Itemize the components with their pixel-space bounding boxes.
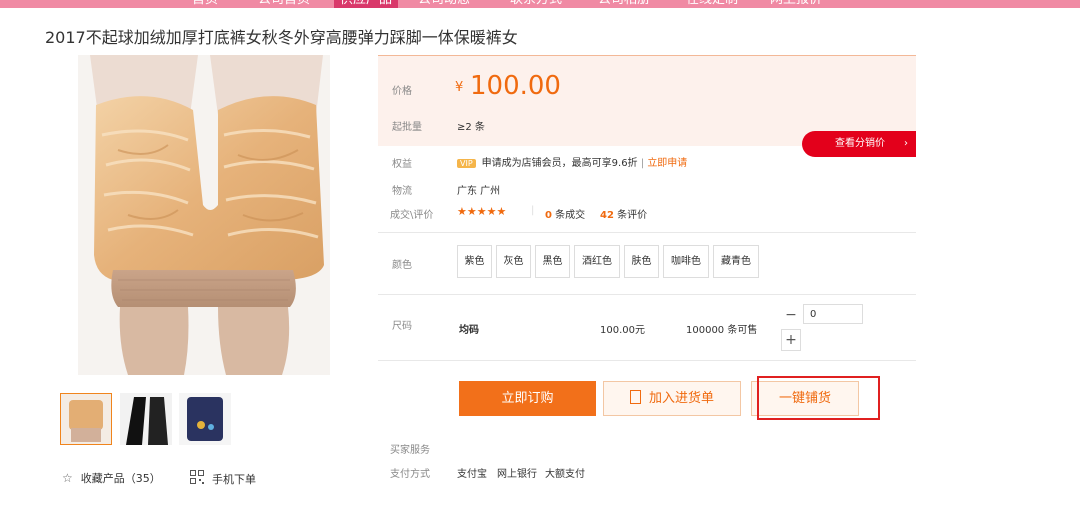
color-option-navy[interactable]: 藏青色 xyxy=(713,245,759,278)
review-number: 42 xyxy=(600,210,614,221)
quantity-increase-button[interactable]: + xyxy=(781,329,801,351)
nav-item-album[interactable]: 公司相册 xyxy=(598,0,650,8)
nav-item-home[interactable]: 首页 xyxy=(192,0,218,8)
nav-item-products[interactable]: 供应产品 xyxy=(334,0,399,8)
rights-text: 申请成为店铺会员，最高可享9.6折 xyxy=(481,158,638,169)
star-icons: ★★★★★ xyxy=(457,205,507,218)
deals-label: 成交\评价 xyxy=(390,210,434,221)
price-value: 100.00 xyxy=(470,71,561,101)
review-count[interactable]: 42 条评价 xyxy=(600,206,647,221)
size-stock: 100000 条可售 xyxy=(686,325,758,336)
color-option-purple[interactable]: 紫色 xyxy=(457,245,492,278)
size-label: 尺码 xyxy=(392,321,412,332)
nav-item-company-home[interactable]: 公司首页 xyxy=(258,0,310,8)
buyer-service-label: 买家服务 xyxy=(390,445,430,456)
qr-code-icon xyxy=(190,470,204,487)
nav-item-contact[interactable]: 联系方式 xyxy=(510,0,562,8)
review-text: 条评价 xyxy=(617,210,648,221)
logistics-label: 物流 xyxy=(392,186,412,197)
thumbnail-3[interactable] xyxy=(179,393,231,445)
clipboard-icon xyxy=(629,390,641,404)
moq-value: ≥2 条 xyxy=(457,122,485,133)
quantity-decrease-button[interactable]: − xyxy=(781,304,801,326)
distribution-button-label: 查看分销价 xyxy=(835,138,885,149)
mobile-order-label: 手机下单 xyxy=(212,472,256,486)
apply-now-link[interactable]: 立即申请 xyxy=(647,158,687,169)
color-option-wine-red[interactable]: 酒红色 xyxy=(574,245,620,278)
logistics-value: 广东 广州 xyxy=(457,186,501,197)
color-option-black[interactable]: 黑色 xyxy=(535,245,570,278)
payment-method-bank: 网上银行 xyxy=(497,469,537,480)
thumbnail-2[interactable] xyxy=(120,393,172,445)
rights-separator: | xyxy=(640,158,645,169)
add-to-cart-label: 加入进货单 xyxy=(648,391,714,406)
color-option-coffee[interactable]: 咖啡色 xyxy=(663,245,709,278)
size-price: 100.00元 xyxy=(600,325,645,336)
nav-item-news[interactable]: 公司动态 xyxy=(418,0,470,8)
view-distribution-price-button[interactable]: 查看分销价 › xyxy=(802,131,916,157)
mobile-order[interactable]: 手机下单 xyxy=(190,470,256,487)
size-name: 均码 xyxy=(459,325,479,336)
color-option-skin[interactable]: 肤色 xyxy=(624,245,659,278)
buy-now-button[interactable]: 立即订购 xyxy=(459,381,596,416)
product-title: 2017不起球加绒加厚打底裤女秋冬外穿高腰弹力踩脚一体保暖裤女 xyxy=(45,28,518,47)
thumbnail-1[interactable] xyxy=(60,393,112,445)
deals-text: 条成交 xyxy=(555,210,586,221)
payment-method-large: 大额支付 xyxy=(545,469,585,480)
color-option-gray[interactable]: 灰色 xyxy=(496,245,531,278)
deals-divider: | xyxy=(531,205,535,216)
color-label: 颜色 xyxy=(392,260,412,271)
highlight-annotation-box xyxy=(757,376,880,420)
divider xyxy=(378,360,916,361)
quantity-input[interactable]: 0 xyxy=(803,304,863,324)
payment-label: 支付方式 xyxy=(390,469,430,480)
payment-method-alipay: 支付宝 xyxy=(457,469,487,480)
rights-label: 权益 xyxy=(392,159,412,170)
collect-label: 收藏产品（35） xyxy=(80,472,161,485)
add-to-cart-button[interactable]: 加入进货单 xyxy=(603,381,741,416)
moq-label: 起批量 xyxy=(392,122,422,133)
nav-item-quote[interactable]: 网上报价 xyxy=(770,0,822,8)
top-nav: 首页 公司首页 供应产品 公司动态 联系方式 公司相册 在线定制 网上报价 xyxy=(0,0,1080,8)
price-label: 价格 xyxy=(392,86,412,97)
rights-row: VIP 申请成为店铺会员，最高可享9.6折 | 立即申请 xyxy=(457,154,687,169)
rating-stars: ★★★★★ xyxy=(457,205,506,218)
currency-symbol: ¥ xyxy=(455,80,464,95)
deals-number: 0 xyxy=(545,210,552,221)
divider xyxy=(378,232,916,233)
nav-item-custom[interactable]: 在线定制 xyxy=(686,0,738,8)
divider xyxy=(378,294,916,295)
vip-badge: VIP xyxy=(457,159,476,168)
star-outline-icon: ☆ xyxy=(62,471,73,485)
deals-count[interactable]: 0 条成交 xyxy=(545,206,585,221)
product-main-image[interactable] xyxy=(78,55,330,375)
collect-product[interactable]: ☆ 收藏产品（35） xyxy=(62,470,161,486)
chevron-right-icon: › xyxy=(904,138,908,149)
